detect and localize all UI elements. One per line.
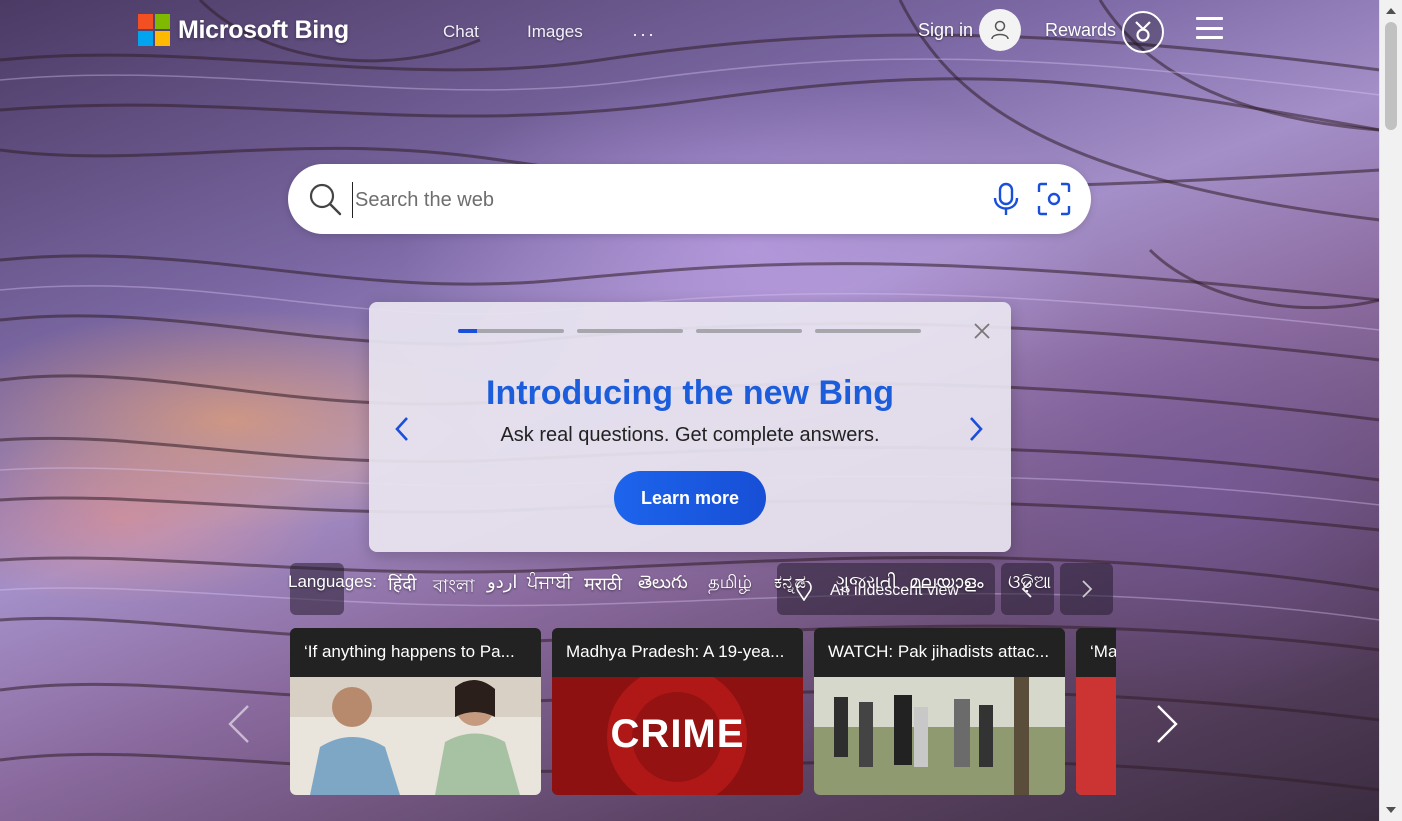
close-icon[interactable] xyxy=(973,322,991,340)
news-headline: ‘If anything happens to Pa... xyxy=(290,628,541,677)
scroll-up-arrow-icon[interactable] xyxy=(1386,8,1396,14)
promo-progress-segment[interactable] xyxy=(696,329,802,333)
language-link[interactable]: ਪੰਜਾਬੀ xyxy=(527,572,572,593)
languages-label: Languages: xyxy=(288,572,377,591)
promo-progress xyxy=(458,329,921,333)
news-prev-chevron-icon[interactable] xyxy=(226,703,252,745)
language-link[interactable]: मराठी xyxy=(584,572,622,596)
more-menu-button[interactable]: ··· xyxy=(632,24,656,45)
news-headline: Madhya Pradesh: A 19-yea... xyxy=(552,628,803,677)
language-link[interactable]: ગુજરાતી xyxy=(836,572,897,593)
promo-title: Introducing the new Bing xyxy=(486,374,894,412)
language-link[interactable]: हिंदी xyxy=(388,572,416,596)
promo-progress-segment[interactable] xyxy=(815,329,921,333)
news-headline: ‘Ma xyxy=(1076,628,1116,677)
news-card[interactable]: ‘Ma xyxy=(1076,628,1116,795)
language-link[interactable]: தமிழ் xyxy=(708,572,752,595)
news-headline: WATCH: Pak jihadists attac... xyxy=(814,628,1065,677)
language-link[interactable]: ଓଡ଼ିଆ xyxy=(1008,572,1051,593)
scroll-down-arrow-icon[interactable] xyxy=(1386,807,1396,813)
promo-card: Introducing the new Bing Ask real questi… xyxy=(369,302,1011,552)
microsoft-logo-icon xyxy=(138,14,170,46)
hamburger-line xyxy=(1196,17,1223,20)
news-thumbnail xyxy=(814,677,1065,795)
promo-progress-fill xyxy=(458,329,478,333)
news-thumbnail xyxy=(290,677,541,795)
language-link[interactable]: ಕನ್ನಡ xyxy=(774,572,806,593)
search-icon[interactable] xyxy=(308,182,342,216)
nav-chat[interactable]: Chat xyxy=(443,22,479,42)
avatar[interactable] xyxy=(979,9,1021,51)
promo-progress-segment[interactable] xyxy=(458,329,564,333)
scroll-thumb[interactable] xyxy=(1385,22,1397,130)
hamburger-line xyxy=(1196,36,1223,39)
crime-overlay-text: CRIME xyxy=(610,712,745,756)
brand-name: Microsoft Bing xyxy=(178,15,349,44)
news-card[interactable]: ‘If anything happens to Pa... xyxy=(290,628,541,795)
language-link[interactable]: తెలుగు xyxy=(638,572,688,597)
microphone-icon[interactable] xyxy=(991,181,1021,217)
rewards-medal-icon xyxy=(1135,21,1151,42)
visual-search-icon[interactable] xyxy=(1036,181,1072,217)
hamburger-menu-button[interactable] xyxy=(1196,17,1223,39)
search-box[interactable] xyxy=(288,164,1091,234)
rewards-medal-button[interactable] xyxy=(1122,11,1164,53)
language-link[interactable]: മലയാളം xyxy=(909,572,984,593)
language-link[interactable]: বাংলা xyxy=(433,572,475,603)
news-card[interactable]: WATCH: Pak jihadists attac... xyxy=(814,628,1065,795)
search-input[interactable] xyxy=(352,182,917,218)
news-thumbnail xyxy=(1076,677,1116,795)
news-next-chevron-icon[interactable] xyxy=(1154,703,1180,745)
language-link[interactable]: اردو xyxy=(487,572,517,593)
news-card[interactable]: Madhya Pradesh: A 19-yea... CRIME xyxy=(552,628,803,795)
promo-subtitle: Ask real questions. Get complete answers… xyxy=(500,424,880,446)
news-carousel: ‘If anything happens to Pa... Madhya Pra… xyxy=(290,628,1116,795)
nav-images[interactable]: Images xyxy=(527,22,583,42)
sign-in-link[interactable]: Sign in xyxy=(918,20,973,41)
hamburger-line xyxy=(1196,26,1223,30)
image-next-button[interactable] xyxy=(1060,563,1113,615)
page-scrollbar[interactable] xyxy=(1379,0,1402,821)
user-icon xyxy=(991,20,1009,40)
learn-more-button[interactable]: Learn more xyxy=(614,471,766,525)
bing-logo[interactable]: Microsoft Bing xyxy=(138,14,349,46)
rewards-link[interactable]: Rewards xyxy=(1045,20,1116,41)
chevron-right-icon xyxy=(1082,580,1093,598)
promo-progress-segment[interactable] xyxy=(577,329,683,333)
